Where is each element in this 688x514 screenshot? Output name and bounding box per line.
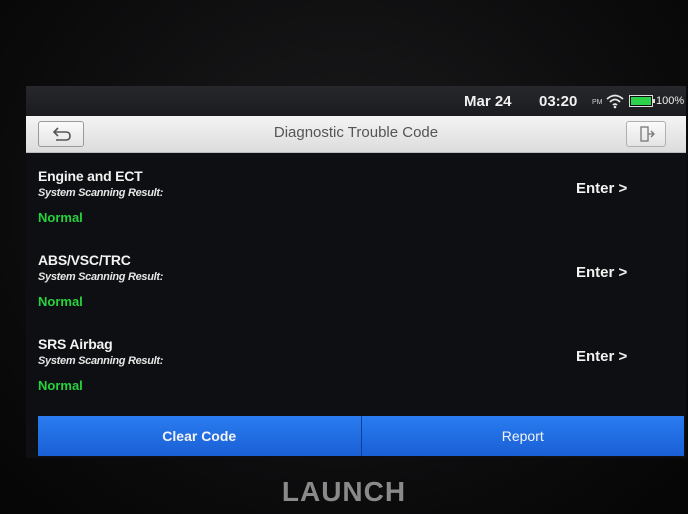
system-row-abs: ABS/VSC/TRC System Scanning Result: Norm… [26,252,686,338]
system-subtitle: System Scanning Result: [38,355,164,367]
system-row-engine: Engine and ECT System Scanning Result: N… [26,168,686,254]
system-status: Normal [38,294,83,309]
screen-glare [466,456,626,458]
status-date: Mar 24 [464,93,512,110]
battery-label: 100% [656,95,685,107]
status-bar: Mar 24 03:20 PM 100% [26,86,686,116]
title-bar: Diagnostic Trouble Code [26,116,686,153]
battery-fill [631,97,651,105]
exit-icon [640,126,655,142]
system-row-srs: SRS Airbag System Scanning Result: Norma… [26,336,686,422]
enter-button-engine[interactable]: Enter > [576,180,627,197]
system-name: Engine and ECT [38,168,143,184]
system-subtitle: System Scanning Result: [38,271,164,283]
battery-tip [653,99,655,103]
system-name: ABS/VSC/TRC [38,252,131,268]
system-status: Normal [38,210,83,225]
enter-button-srs[interactable]: Enter > [576,348,627,365]
exit-button[interactable] [626,121,666,147]
system-name: SRS Airbag [38,336,113,352]
report-button[interactable]: Report [361,416,684,456]
screen: Mar 24 03:20 PM 100% Diagnostic Trouble … [26,86,686,458]
brand-logo: LAUNCH [281,476,407,507]
system-status: Normal [38,378,83,393]
status-ampm: PM [592,99,603,106]
wifi-icon [606,93,624,109]
scan-tool-device: Mar 24 03:20 PM 100% Diagnostic Trouble … [0,0,688,514]
battery-icon [629,95,653,107]
system-subtitle: System Scanning Result: [38,187,164,199]
bottom-action-bar: Clear Code Report [38,416,684,456]
status-time: 03:20 [539,93,578,110]
page-title: Diagnostic Trouble Code [273,124,439,141]
enter-button-abs[interactable]: Enter > [576,264,627,281]
clear-code-button[interactable]: Clear Code [38,416,362,456]
